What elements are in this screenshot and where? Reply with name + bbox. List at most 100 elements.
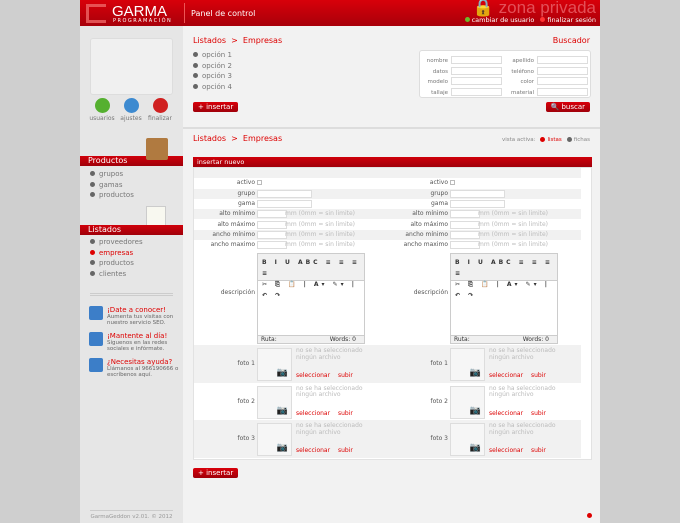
- view-cards-toggle[interactable]: fichas: [574, 137, 590, 143]
- alto_min-input[interactable]: [450, 210, 480, 219]
- promo-1[interactable]: ¡Mantente al día! Síguenos en las redes s…: [89, 332, 179, 352]
- upload-link[interactable]: subir: [531, 372, 546, 379]
- header: GARMA PROGRAMACIÓN Panel de control 🔒 zon…: [80, 0, 600, 26]
- activo-checkbox[interactable]: [450, 180, 455, 186]
- field-foto-1: foto 1 📷 no se ha seleccionado ningún arch…: [194, 345, 388, 383]
- option-2[interactable]: opción 2: [193, 61, 232, 72]
- breadcrumb-empresas-2[interactable]: Empresas: [243, 134, 282, 143]
- section-listados: Listados: [80, 225, 183, 235]
- sidebar-item-proveedores[interactable]: proveedores: [90, 237, 143, 248]
- field-gama: gama: [387, 199, 581, 209]
- rich-text-editor[interactable]: B I U ABC ≡ ≡ ≡ ≡ ✂ ⎘ 📋 | A▾ ✎▾ | ↶ ↷ Word…: [450, 253, 558, 344]
- grupo-input[interactable]: [450, 189, 505, 198]
- upload-link[interactable]: subir: [531, 410, 546, 417]
- alto_max-input[interactable]: [450, 220, 480, 229]
- status-dot: [587, 513, 592, 518]
- quick-usuarios[interactable]: usuarios: [87, 98, 117, 122]
- insert-button-top[interactable]: + insertar: [193, 102, 239, 112]
- search-field-4: modelo: [420, 77, 502, 85]
- photo-placeholder: 📷: [257, 385, 292, 419]
- photo-placeholder: 📷: [450, 423, 485, 456]
- gama-input[interactable]: [257, 199, 312, 208]
- search-field-7: material: [506, 87, 588, 96]
- box-icon: [146, 138, 168, 160]
- quick-finalizar[interactable]: finalizar: [145, 98, 175, 122]
- select-file-link[interactable]: seleccionar: [489, 410, 523, 417]
- camera-icon: 📷: [276, 405, 288, 416]
- breadcrumb-listados-2[interactable]: Listados: [193, 134, 226, 143]
- upload-link[interactable]: subir: [338, 447, 353, 454]
- field-activo: activo: [387, 178, 581, 188]
- sidebar-item-productos[interactable]: productos: [90, 190, 134, 201]
- upload-link[interactable]: subir: [531, 447, 546, 454]
- search-form: nombre apellido datos teléfono modelo color ta…: [419, 50, 591, 98]
- search-input-7[interactable]: [537, 87, 588, 96]
- facebook-icon: [89, 332, 103, 346]
- upload-link[interactable]: subir: [338, 410, 353, 417]
- search-button[interactable]: 🔍 buscar: [545, 102, 590, 112]
- view-list-toggle[interactable]: listas: [547, 137, 561, 143]
- ancho_max-input[interactable]: [450, 241, 480, 250]
- search-input-2[interactable]: [451, 66, 502, 75]
- field-foto-3: foto 3 📷 no se ha seleccionado ningún arch…: [194, 420, 388, 458]
- select-file-link[interactable]: seleccionar: [296, 372, 330, 379]
- quick-ajustes[interactable]: ajustes: [116, 98, 146, 122]
- search-input-6[interactable]: [451, 87, 502, 96]
- promo-0[interactable]: ¡Date a conocer! Aumenta tus visitas con …: [89, 306, 179, 326]
- field-gama: gama: [194, 199, 388, 209]
- search-field-6: tallaje: [420, 87, 502, 96]
- field-alto_min: alto mínimo mm (0mm = sin limite): [194, 209, 388, 220]
- select-file-link[interactable]: seleccionar: [296, 447, 330, 454]
- camera-icon: 📷: [276, 443, 288, 453]
- option-1[interactable]: opción 1: [193, 50, 232, 61]
- search-field-0: nombre: [420, 56, 502, 64]
- search-input-4[interactable]: [451, 77, 502, 85]
- sidebar-item-clientes[interactable]: clientes: [90, 269, 143, 280]
- breadcrumb: Listados > Empresas: [193, 36, 283, 45]
- alto_max-input[interactable]: [257, 220, 287, 229]
- search-input-3[interactable]: [537, 66, 588, 75]
- option-3[interactable]: opción 3: [193, 71, 232, 82]
- field-descripcion: descripción B I U ABC ≡ ≡ ≡ ≡ ✂ ⎘ 📋 | A▾ ✎…: [194, 250, 388, 345]
- sidebar-item-grupos[interactable]: grupos: [90, 169, 134, 180]
- field-alto_max: alto máximo mm (0mm = sin limite): [217, 220, 356, 229]
- field-foto-2: foto 2 📷 no se ha seleccionado ningún arch…: [387, 382, 581, 420]
- upload-link[interactable]: subir: [338, 372, 353, 379]
- field-ancho_min: ancho mínimo mm (0mm = sin limite): [387, 229, 581, 241]
- avatar: [90, 38, 173, 95]
- search-input-0[interactable]: [451, 56, 502, 64]
- field-alto_max: alto máximo mm (0mm = sin limite): [410, 220, 549, 229]
- option-4[interactable]: opción 4: [193, 82, 232, 93]
- sidebar-item-gamas[interactable]: gamas: [90, 180, 134, 191]
- select-file-link[interactable]: seleccionar: [489, 372, 523, 379]
- breadcrumb-listados[interactable]: Listados: [193, 36, 226, 45]
- insert-button-bottom[interactable]: + insertar: [193, 468, 239, 478]
- ancho_min-input[interactable]: [450, 230, 480, 239]
- search-field-1: apellido: [506, 56, 588, 64]
- version-footer: GarmaGeddon v2.01. © 2012: [90, 510, 173, 520]
- alto_min-input[interactable]: [257, 210, 287, 219]
- search-field-5: color: [506, 77, 588, 85]
- breadcrumb-empresas[interactable]: Empresas: [243, 36, 282, 45]
- gama-input[interactable]: [450, 199, 505, 208]
- rich-text-editor[interactable]: B I U ABC ≡ ≡ ≡ ≡ ✂ ⎘ 📋 | A▾ ✎▾ | ↶ ↷ Word…: [257, 253, 365, 344]
- select-file-link[interactable]: seleccionar: [489, 447, 523, 454]
- field-activo: activo: [194, 178, 388, 188]
- photo-placeholder: 📷: [257, 348, 292, 381]
- search-input-1[interactable]: [537, 56, 588, 64]
- ancho_min-input[interactable]: [257, 230, 287, 239]
- ancho_max-input[interactable]: [257, 241, 287, 250]
- change-user-link[interactable]: cambiar de usuario: [472, 16, 535, 24]
- select-file-link[interactable]: seleccionar: [296, 410, 330, 417]
- search-title: Buscador: [552, 36, 590, 45]
- logout-link[interactable]: finalizar sesión: [547, 16, 596, 24]
- photo-placeholder: 📷: [450, 348, 485, 381]
- activo-checkbox[interactable]: [257, 180, 262, 186]
- user-icon: [94, 98, 110, 113]
- sidebar-item-empresas[interactable]: empresas: [90, 248, 143, 259]
- field-grupo: grupo: [387, 188, 581, 199]
- promo-2[interactable]: ¿Necesitas ayuda? Llámanos al 966190666 o…: [89, 358, 179, 378]
- search-input-5[interactable]: [537, 77, 588, 85]
- sidebar-item-productos[interactable]: productos: [90, 258, 143, 269]
- grupo-input[interactable]: [257, 189, 312, 198]
